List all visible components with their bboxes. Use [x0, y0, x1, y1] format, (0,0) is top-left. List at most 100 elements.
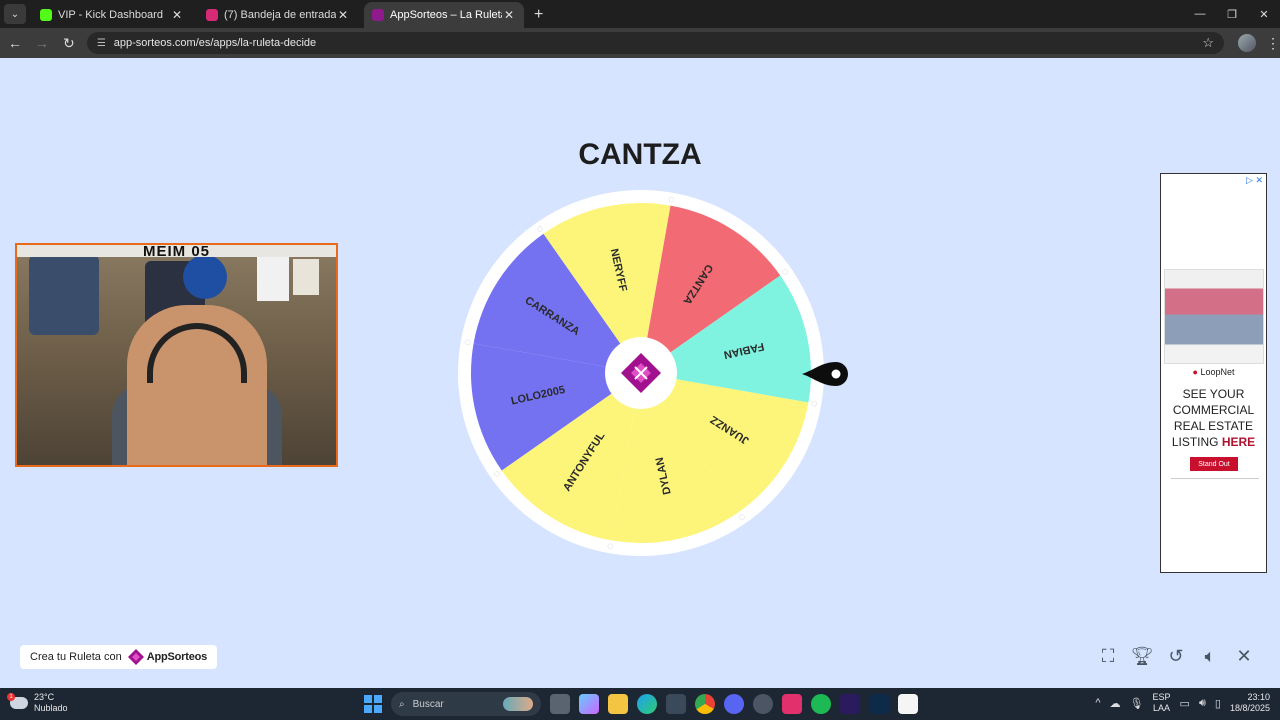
site-info-icon[interactable]: ☰: [97, 38, 106, 49]
taskbar-clock[interactable]: 23:10 18/8/2025: [1230, 692, 1270, 714]
window-controls: — ❐ ✕: [1184, 0, 1280, 28]
ad-divider: [1171, 478, 1259, 479]
roulette-wheel[interactable]: CARRANZA NERYFF CANTZA FABIAN JUANZZ DYLAN ANT…: [456, 188, 826, 558]
weather-badge: 1: [7, 693, 15, 701]
brand-chip-text: Crea tu Ruleta con: [30, 651, 122, 663]
instagram-favicon-icon: [206, 9, 218, 21]
ad-copy-line: SEE YOUR: [1182, 387, 1245, 401]
search-highlight-icon: [503, 697, 533, 711]
wheel-peg: [811, 400, 818, 407]
ad-copy-line: LISTING: [1171, 435, 1219, 449]
weather-temp: 23°C: [34, 692, 55, 702]
url-text[interactable]: app-sorteos.com/es/apps/la-ruleta-decide: [114, 37, 1203, 49]
wheel-controls: ⛶ 🏆︎ ↺ 🔈︎ ✕: [1098, 645, 1254, 667]
cam-jersey: [29, 255, 99, 335]
wheel-peg: [668, 196, 675, 203]
tab-title: AppSorteos – La Ruleta de la Su: [390, 9, 502, 21]
spotify-icon[interactable]: [811, 694, 831, 714]
restore-icon[interactable]: ❐: [1216, 0, 1248, 28]
wheel-peg: [494, 471, 500, 477]
tab-kick-dashboard[interactable]: VIP - Kick Dashboard ✕: [32, 2, 192, 28]
close-tab-icon[interactable]: ✕: [336, 8, 350, 22]
ad-brand-name: LoopNet: [1200, 367, 1235, 377]
close-window-icon[interactable]: ✕: [1248, 0, 1280, 28]
premiere-icon[interactable]: [840, 694, 860, 714]
start-icon[interactable]: [364, 695, 382, 713]
tab-title: (7) Bandeja de entrada • Chats: [224, 9, 336, 21]
close-tab-icon[interactable]: ✕: [170, 8, 184, 22]
ad-copy-line: COMMERCIAL: [1172, 403, 1255, 417]
weather-widget[interactable]: 1 23°C Nublado: [7, 692, 68, 714]
browser-tabstrip: ⌄ VIP - Kick Dashboard ✕ (7) Bandeja de …: [0, 0, 1280, 28]
tiktok-icon[interactable]: [782, 694, 802, 714]
reload-icon[interactable]: ↻: [57, 35, 81, 52]
fullscreen-icon[interactable]: ⛶: [1098, 645, 1118, 667]
side-advertisement[interactable]: ▷ ✕ ● LoopNet SEE YOUR COMMERCIAL REAL E…: [1160, 173, 1267, 573]
clock-time: 23:10: [1247, 692, 1270, 702]
ad-highlight: HERE: [1221, 435, 1256, 449]
tab-appsorteos[interactable]: AppSorteos – La Ruleta de la Su ✕: [364, 2, 524, 28]
windows-taskbar: 1 23°C Nublado ⌕ Buscar ^ ☁ 🎙︎ ESP LAA ▭…: [0, 688, 1280, 720]
taskbar-search[interactable]: ⌕ Buscar: [391, 692, 541, 716]
speaker-icon[interactable]: 🔊︎: [1199, 697, 1206, 710]
wheel-peg: [464, 339, 471, 346]
profile-avatar[interactable]: [1238, 34, 1256, 52]
edge-icon[interactable]: [637, 694, 657, 714]
store-icon[interactable]: [666, 694, 686, 714]
close-icon[interactable]: ✕: [1234, 645, 1254, 667]
discord-icon[interactable]: [724, 694, 744, 714]
wheel-pointer-icon: [802, 362, 848, 386]
system-tray: ^ ☁ 🎙︎ ESP LAA ▭ 🔊︎ ▯ 23:10 18/8/2025: [1095, 692, 1270, 714]
chrome-icon[interactable]: [695, 694, 715, 714]
task-view-icon[interactable]: [550, 694, 570, 714]
lang-bottom: LAA: [1153, 703, 1171, 713]
winner-title: CANTZA: [578, 138, 702, 171]
capcut-icon[interactable]: [898, 694, 918, 714]
language-indicator[interactable]: ESP LAA: [1153, 692, 1171, 714]
ad-brand: ● LoopNet: [1161, 367, 1266, 377]
mic-icon[interactable]: 🎙︎: [1130, 697, 1144, 710]
ad-image[interactable]: [1164, 269, 1264, 364]
wheel-peg: [607, 543, 614, 550]
forward-icon[interactable]: →: [30, 35, 54, 51]
reset-icon[interactable]: ↺: [1166, 645, 1186, 667]
tab-instagram-chats[interactable]: (7) Bandeja de entrada • Chats ✕: [198, 2, 358, 28]
trophy-icon[interactable]: 🏆︎: [1131, 645, 1154, 667]
new-tab-button[interactable]: +: [534, 6, 543, 24]
create-wheel-link[interactable]: Crea tu Ruleta con AppSorteos: [20, 645, 218, 669]
ad-copy: SEE YOUR COMMERCIAL REAL ESTATE LISTING …: [1161, 386, 1266, 450]
webcam-label: MEIM 05: [142, 243, 210, 260]
onedrive-icon[interactable]: ☁: [1110, 697, 1121, 710]
cloud-icon: 1: [7, 693, 28, 709]
obs-icon[interactable]: [753, 694, 773, 714]
tab-search-icon[interactable]: ⌄: [4, 4, 26, 24]
tab-title: VIP - Kick Dashboard: [58, 9, 163, 21]
back-icon[interactable]: ←: [3, 35, 27, 51]
search-placeholder: Buscar: [412, 698, 444, 710]
wheel-peg: [739, 514, 745, 520]
more-menu-icon[interactable]: ⋮: [1266, 35, 1280, 52]
battery-icon[interactable]: ▯: [1215, 697, 1221, 710]
ad-cta-button[interactable]: Stand Out: [1190, 457, 1238, 471]
ad-copy-line: REAL ESTATE: [1173, 419, 1254, 433]
close-tab-icon[interactable]: ✕: [502, 8, 516, 22]
volume-icon[interactable]: 🔈︎: [1200, 645, 1220, 667]
wheel-svg: CARRANZANERYFF CANTZAFABIANJUANZZDYLANANT…: [458, 190, 824, 556]
file-explorer-icon[interactable]: [608, 694, 628, 714]
lang-top: ESP: [1152, 692, 1171, 702]
webcam-overlay: MEIM 05: [15, 243, 338, 467]
tray-chevron-icon[interactable]: ^: [1095, 697, 1100, 709]
loopnet-logo-icon: ●: [1192, 367, 1198, 377]
adchoices-icon[interactable]: ▷ ✕: [1246, 175, 1263, 186]
cam-poster: [257, 257, 289, 301]
wheel-peg: [782, 269, 788, 275]
appsorteos-favicon-icon: [372, 9, 384, 21]
photoshop-icon[interactable]: [869, 694, 889, 714]
search-icon: ⌕: [399, 698, 405, 710]
network-icon[interactable]: ▭: [1180, 697, 1190, 710]
minimize-icon[interactable]: —: [1184, 0, 1216, 28]
bookmark-star-icon[interactable]: ☆: [1202, 35, 1214, 51]
appsorteos-logo-icon: [127, 649, 144, 665]
address-bar[interactable]: ☰ app-sorteos.com/es/apps/la-ruleta-deci…: [86, 32, 1225, 54]
copilot-icon[interactable]: [579, 694, 599, 714]
